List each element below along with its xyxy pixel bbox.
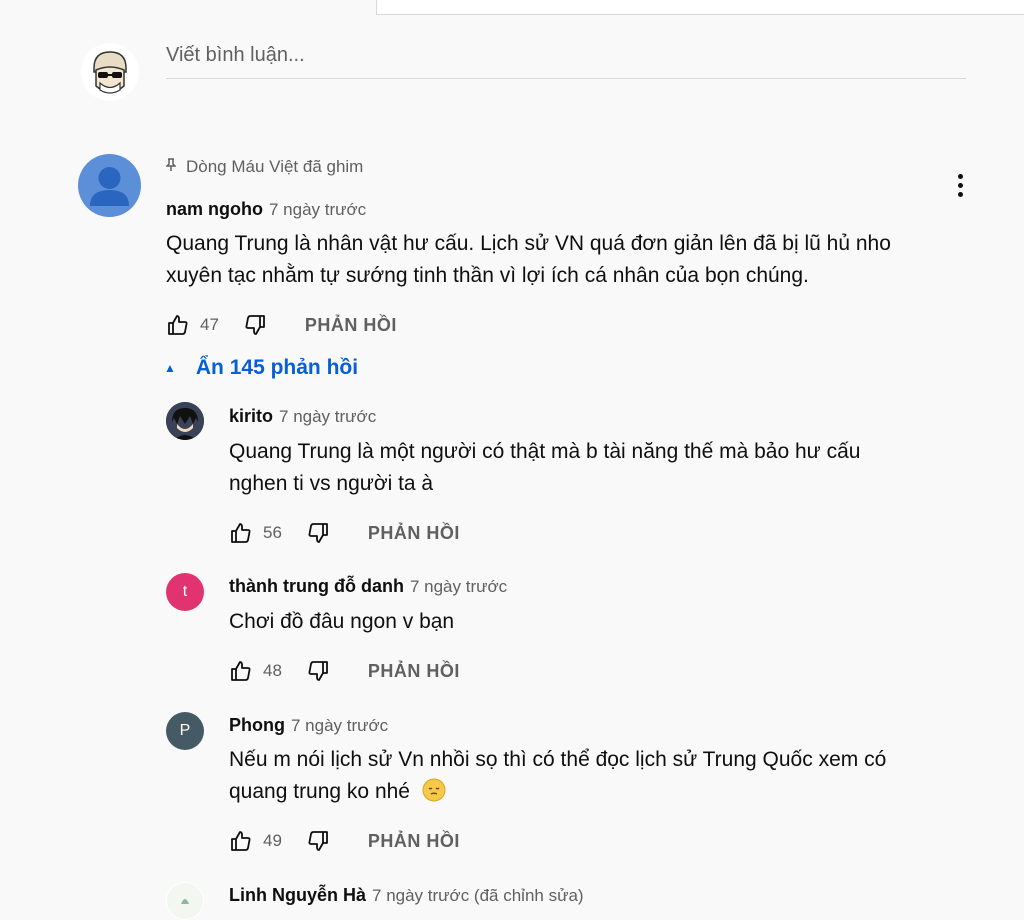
avatar[interactable] bbox=[78, 154, 141, 217]
thumbs-down-icon[interactable] bbox=[306, 829, 330, 853]
author-name[interactable]: Phong bbox=[229, 715, 285, 735]
comment-time[interactable]: 7 ngày trước bbox=[279, 407, 376, 426]
thumbs-up-icon[interactable] bbox=[229, 829, 253, 853]
comment-actions: 47 PHẢN HỒI bbox=[166, 312, 397, 338]
comment-time[interactable]: 7 ngày trước bbox=[291, 716, 388, 735]
comment-text-line: Nếu m nói lịch sử Vn nhồi sọ thì có thể … bbox=[229, 748, 887, 771]
reply-button[interactable]: PHẢN HỒI bbox=[368, 523, 460, 544]
reply-button[interactable]: PHẢN HỒI bbox=[368, 661, 460, 682]
thumbs-up-icon[interactable] bbox=[166, 313, 190, 337]
comment-text: Nếu m nói lịch sử Vn nhồi sọ thì có thể … bbox=[229, 744, 886, 812]
comment-actions: 48 PHẢN HỒI bbox=[229, 658, 460, 684]
avatar[interactable]: P bbox=[166, 712, 204, 750]
comment-time[interactable]: 7 ngày trước bbox=[269, 200, 366, 219]
author-name[interactable]: kirito bbox=[229, 406, 273, 426]
hide-replies-label: Ẩn 145 phản hồi bbox=[195, 356, 359, 379]
author-name[interactable]: thành trung đỗ danh bbox=[229, 576, 404, 596]
top-panel bbox=[376, 0, 1024, 15]
comment-text: Chơi đồ đâu ngon v bạn bbox=[229, 606, 454, 638]
thumbs-down-icon[interactable] bbox=[306, 659, 330, 683]
comment-text-line: Quang Trung là một người có thật mà b tà… bbox=[229, 440, 861, 463]
caret-up-icon: ▲ bbox=[164, 361, 176, 375]
comment-text-line: Chơi đồ đâu ngon v bạn bbox=[229, 610, 455, 633]
comment-time[interactable]: 7 ngày trước (đã chỉnh sửa) bbox=[372, 886, 584, 905]
comment-text-line: quang trung ko nhé bbox=[229, 776, 886, 812]
default-avatar-icon bbox=[90, 167, 129, 206]
avatar[interactable] bbox=[166, 402, 204, 440]
like-count: 48 bbox=[263, 661, 282, 680]
pinned-label: Dòng Máu Việt đã ghim bbox=[165, 156, 364, 178]
pinned-by-text: Dòng Máu Việt đã ghim bbox=[186, 157, 364, 176]
reply-button[interactable]: PHẢN HỒI bbox=[368, 831, 460, 852]
avatar-letter: t bbox=[182, 583, 188, 600]
hide-replies-button[interactable]: ▲ Ẩn 145 phản hồi bbox=[164, 356, 358, 380]
thumbs-up-icon[interactable] bbox=[229, 659, 253, 683]
comment-text-line: nghen ti vs người ta à bbox=[229, 472, 434, 495]
comment-text: Quang Trung là nhân vật hư cấu. Lịch sử … bbox=[166, 228, 891, 292]
reply-button[interactable]: PHẢN HỒI bbox=[305, 315, 397, 336]
top-bar bbox=[0, 0, 1024, 28]
author-name[interactable]: Linh Nguyễn Hà bbox=[229, 885, 366, 905]
thumbs-down-icon[interactable] bbox=[306, 521, 330, 545]
comment-text-line: xuyên tạc nhằm tự sướng tinh thần vì lợi… bbox=[166, 264, 809, 287]
comment-text-span: quang trung ko nhé bbox=[229, 780, 410, 803]
comment-author-line: kirito 7 ngày trước bbox=[229, 405, 376, 428]
comment-author-line: thành trung đỗ danh 7 ngày trước bbox=[229, 575, 507, 598]
comment-actions: 56 PHẢN HỒI bbox=[229, 520, 460, 546]
like-count: 49 bbox=[263, 831, 282, 850]
avatar-letter: P bbox=[179, 722, 191, 739]
avatar[interactable] bbox=[166, 882, 204, 920]
thumbs-up-icon[interactable] bbox=[229, 521, 253, 545]
comment-author-line: Linh Nguyễn Hà 7 ngày trước (đã chỉnh sửa… bbox=[229, 884, 584, 907]
comment-author-line: Phong 7 ngày trước bbox=[229, 714, 388, 737]
current-user-avatar bbox=[80, 42, 140, 102]
author-name[interactable]: nam ngoho bbox=[166, 199, 263, 219]
smiley-icon bbox=[422, 778, 446, 812]
pin-icon bbox=[165, 156, 177, 178]
comment-time[interactable]: 7 ngày trước bbox=[410, 577, 507, 596]
comment-text-line: Quang Trung là nhân vật hư cấu. Lịch sử … bbox=[166, 232, 891, 255]
like-count: 56 bbox=[263, 523, 282, 542]
comment-text: Quang Trung là một người có thật mà b tà… bbox=[229, 436, 860, 500]
like-count: 47 bbox=[200, 315, 219, 334]
comment-input[interactable]: Viết bình luận... bbox=[166, 40, 966, 79]
comment-actions: 49 PHẢN HỒI bbox=[229, 828, 460, 854]
avatar[interactable]: t bbox=[166, 573, 204, 611]
comment-author-line: nam ngoho 7 ngày trước bbox=[166, 198, 366, 221]
kebab-menu-icon[interactable] bbox=[950, 172, 970, 200]
thumbs-down-icon[interactable] bbox=[243, 313, 267, 337]
